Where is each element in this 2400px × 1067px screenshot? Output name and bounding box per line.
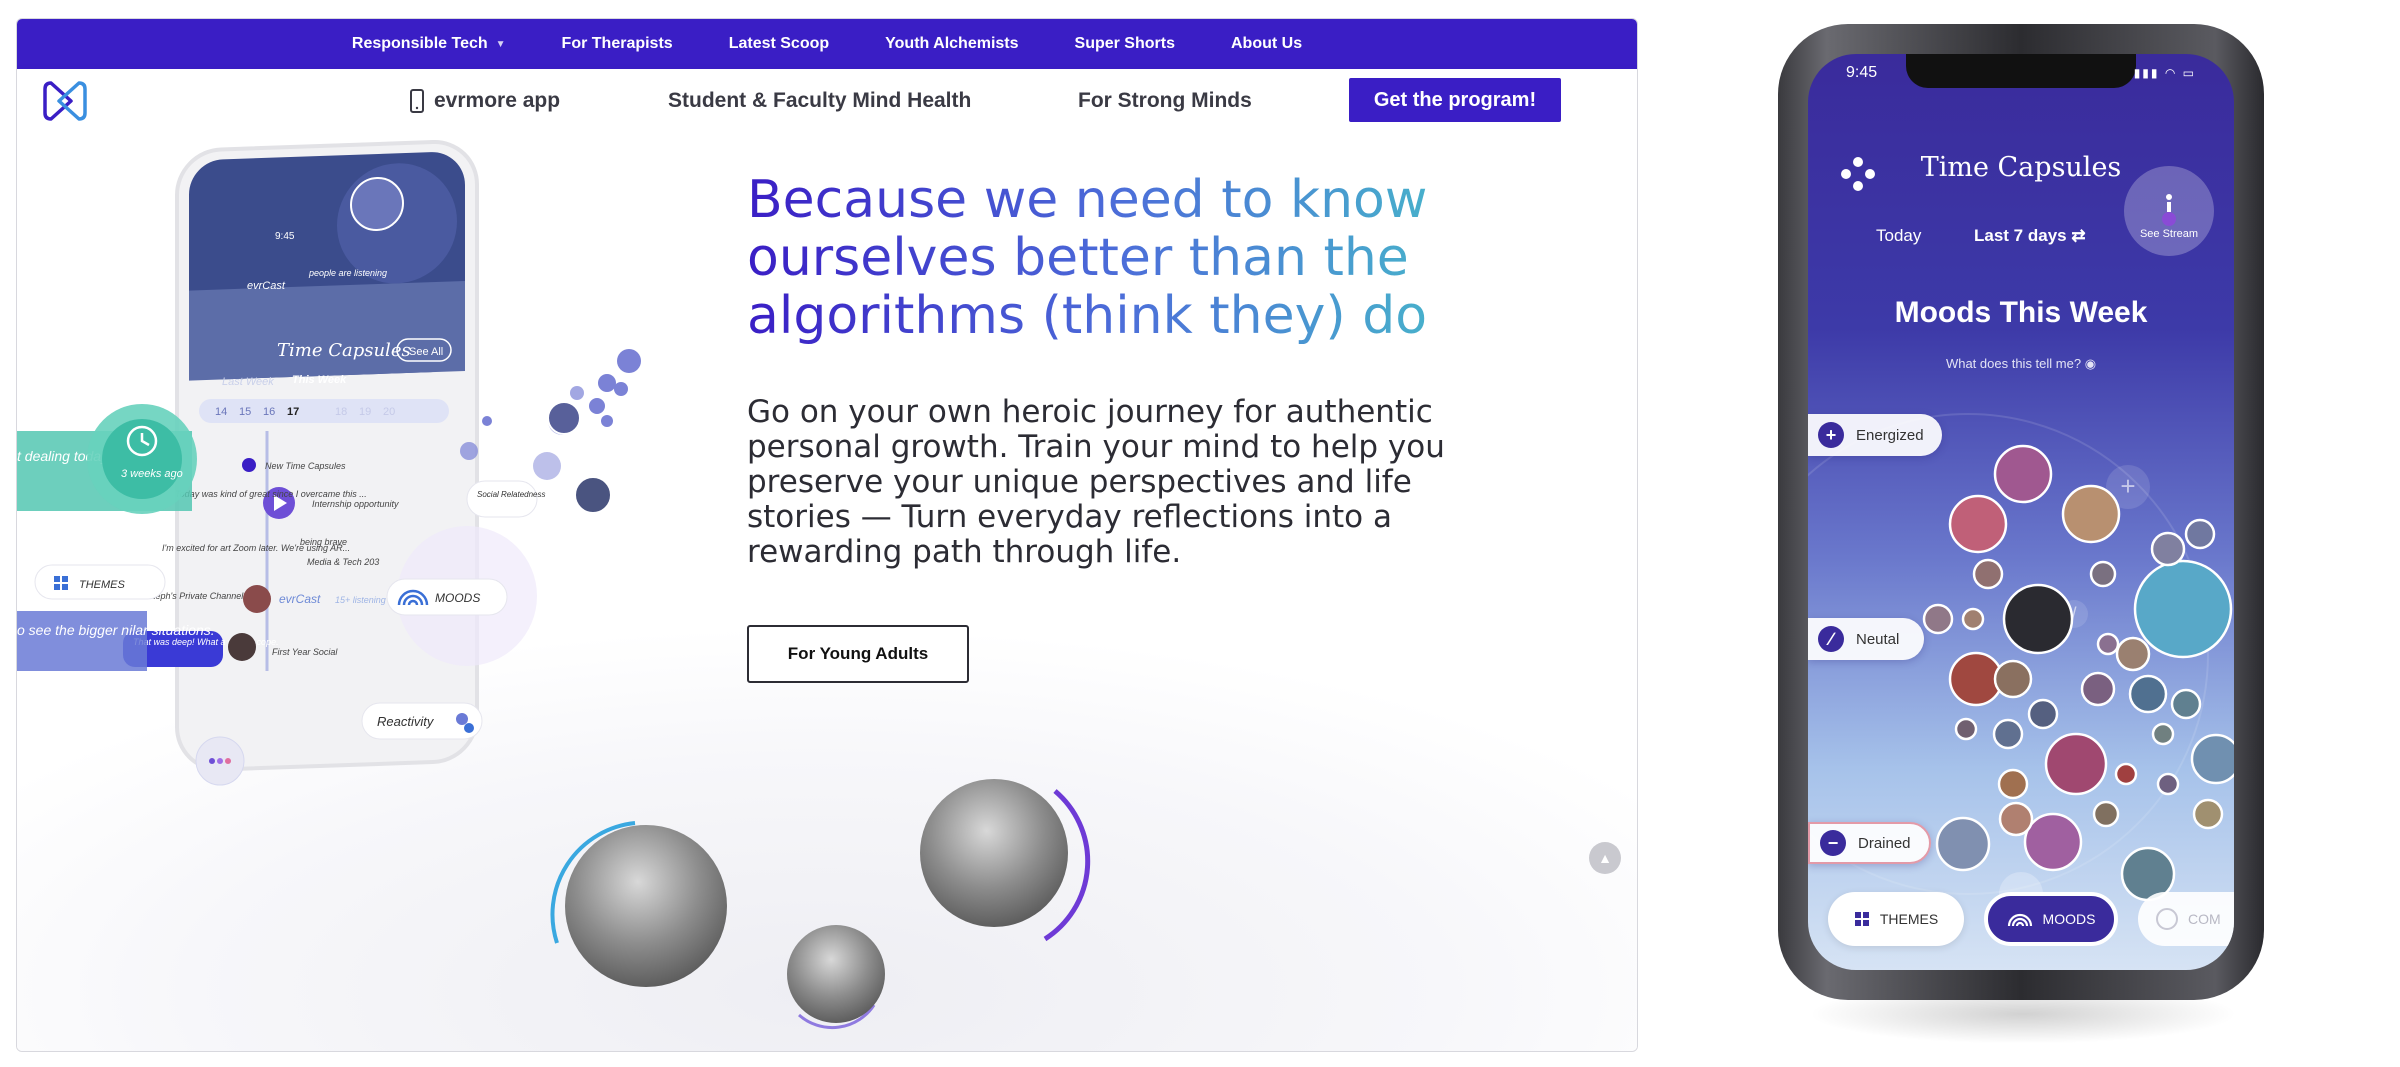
themes-label: THEMES — [79, 579, 126, 591]
tag-2: being brave — [300, 537, 347, 547]
main-nav: evrmore app Student & Faculty Mind Healt… — [17, 69, 1637, 131]
stream-icon — [2162, 194, 2176, 226]
note-4: That was deep! What a way to cope. — [133, 637, 279, 647]
evrcast-label: evrCast — [279, 592, 321, 606]
topnav-super-shorts[interactable]: Super Shorts — [1047, 19, 1203, 69]
topnav-latest-scoop[interactable]: Latest Scoop — [701, 19, 857, 69]
grid-icon — [1854, 912, 1869, 926]
reactivity-label: Reactivity — [377, 714, 435, 729]
moods-label: MOODS — [435, 591, 480, 605]
portrait-woman-1 — [920, 779, 1068, 927]
for-young-adults-button[interactable]: For Young Adults — [747, 625, 969, 683]
chevron-up-icon: ▲ — [1598, 850, 1612, 866]
slash-icon: ∕ — [1818, 626, 1844, 652]
mood-drained[interactable]: − Drained — [1808, 822, 1931, 864]
date-18: 18 — [335, 406, 347, 418]
social-chip — [466, 480, 538, 518]
tag-3: Media & Tech 203 — [307, 557, 379, 567]
hero-subtext: Go on your own heroic journey for authen… — [747, 394, 1445, 570]
tab-label: THEMES — [1879, 911, 1939, 927]
moods-question[interactable]: What does this tell me? ◉ — [1808, 356, 2234, 372]
get-program-button[interactable]: Get the program! — [1349, 78, 1561, 122]
note-1: Today was kind of great since I overcame… — [175, 489, 367, 499]
moods-rainbow-icon — [2007, 913, 2032, 927]
chevron-down-icon: ▼ — [495, 38, 506, 50]
swap-icon: ⇄ — [2071, 226, 2086, 245]
phone-icon — [410, 89, 424, 113]
illus-evrcast: evrCast — [247, 280, 286, 292]
this-week-label: This Week — [292, 374, 347, 386]
topnav-youth-alchemists[interactable]: Youth Alchemists — [857, 19, 1046, 69]
hero-headline: Because we need to know ourselves better… — [747, 171, 1507, 345]
app-illustration: Time Capsules See All Last Week This Wee… — [17, 140, 641, 786]
date-20: 20 — [383, 406, 395, 418]
date-15: 15 — [239, 406, 251, 418]
mood-energized[interactable]: + Energized — [1808, 414, 1942, 456]
mood-label: Energized — [1856, 426, 1924, 444]
mood-label: Neutal — [1856, 630, 1900, 648]
topnav-label: Responsible Tech — [351, 35, 488, 52]
moods-title: Moods This Week — [1894, 296, 2148, 329]
nav-strong-minds[interactable]: For Strong Minds — [1078, 89, 1252, 113]
date-14: 14 — [215, 406, 227, 418]
range-label: Last 7 days — [1974, 226, 2067, 245]
date-17: 17 — [287, 406, 299, 418]
tab-label: MOODS — [2042, 911, 2096, 927]
tag-4: First Year Social — [272, 647, 338, 657]
nav-label: evrmore app — [434, 89, 561, 112]
see-all-label: See All — [409, 346, 443, 358]
new-capsules: New Time Capsules — [265, 461, 346, 471]
bigger-chip — [17, 611, 147, 671]
community-icon — [2156, 908, 2178, 930]
illus-app-title: Time Capsules — [277, 340, 411, 361]
social-label: Social Relatedness — [477, 490, 545, 499]
website-frame: Responsible Tech ▼ For Therapists Latest … — [16, 18, 1638, 1052]
tab-moods[interactable]: MOODS — [1984, 892, 2118, 946]
add-mood-icon[interactable]: + — [2120, 471, 2135, 501]
nav-label: For Strong Minds — [1078, 89, 1252, 112]
mood-neutral[interactable]: ∕ Neutal — [1808, 618, 1924, 660]
phone-notch — [1906, 54, 2136, 88]
tab-label: COM — [2188, 911, 2221, 927]
portrait-man — [565, 825, 727, 987]
question-label: What does this tell me? — [1945, 356, 2082, 371]
see-stream-label: See Stream — [2139, 228, 2199, 240]
illus-time: 9:45 — [275, 231, 295, 242]
info-icon: ◉ — [2084, 356, 2097, 371]
topnav-responsible-tech[interactable]: Responsible Tech ▼ — [324, 19, 534, 69]
mood-label: Drained — [1858, 834, 1911, 852]
tab-themes[interactable]: THEMES — [1828, 892, 1964, 946]
scroll-to-top-button[interactable]: ▲ — [1589, 842, 1621, 874]
date-19: 19 — [359, 406, 371, 418]
people-listening: people are listening — [308, 268, 387, 278]
nav-label: Student & Faculty Mind Health — [668, 89, 972, 112]
minus-icon: − — [1820, 830, 1846, 856]
nav-evrmore-app[interactable]: evrmore app — [410, 89, 560, 113]
see-stream-button[interactable]: See Stream — [2124, 166, 2214, 256]
nav-student-faculty[interactable]: Student & Faculty Mind Health — [668, 89, 971, 113]
plus-icon: + — [1818, 422, 1844, 448]
timer-label: 3 weeks ago — [121, 468, 183, 480]
phone-screen: 9:45 ▮▮▮ ◠ ▭ Time Capsules See Stream To… — [1808, 54, 2234, 970]
bottom-tab-bar: THEMES MOODS COM — [1808, 892, 2234, 962]
hero-section: Time Capsules See All Last Week This Wee… — [17, 131, 1637, 1051]
topnav-for-therapists[interactable]: For Therapists — [534, 19, 701, 69]
date-16: 16 — [263, 406, 275, 418]
top-utility-nav: Responsible Tech ▼ For Therapists Latest … — [17, 19, 1637, 69]
last-week-label: Last Week — [222, 376, 274, 388]
range-last-7-days[interactable]: Last 7 days ⇄ — [1974, 226, 2086, 246]
phone-mockup: 9:45 ▮▮▮ ◠ ▭ Time Capsules See Stream To… — [1778, 24, 2264, 1044]
topnav-about-us[interactable]: About Us — [1203, 19, 1330, 69]
tag-1: Internship opportunity — [312, 499, 399, 509]
range-today[interactable]: Today — [1876, 226, 1921, 246]
bigger-text: o see the bigger nilar situations. — [17, 622, 215, 638]
tab-community[interactable]: COM — [2138, 892, 2234, 946]
listening-count: 15+ listening — [335, 595, 386, 605]
status-time: 9:45 — [1846, 64, 1878, 81]
evrmore-logo[interactable] — [41, 77, 89, 125]
status-icons: ▮▮▮ ◠ ▭ — [2133, 66, 2196, 80]
portrait-woman-2 — [787, 925, 885, 1023]
